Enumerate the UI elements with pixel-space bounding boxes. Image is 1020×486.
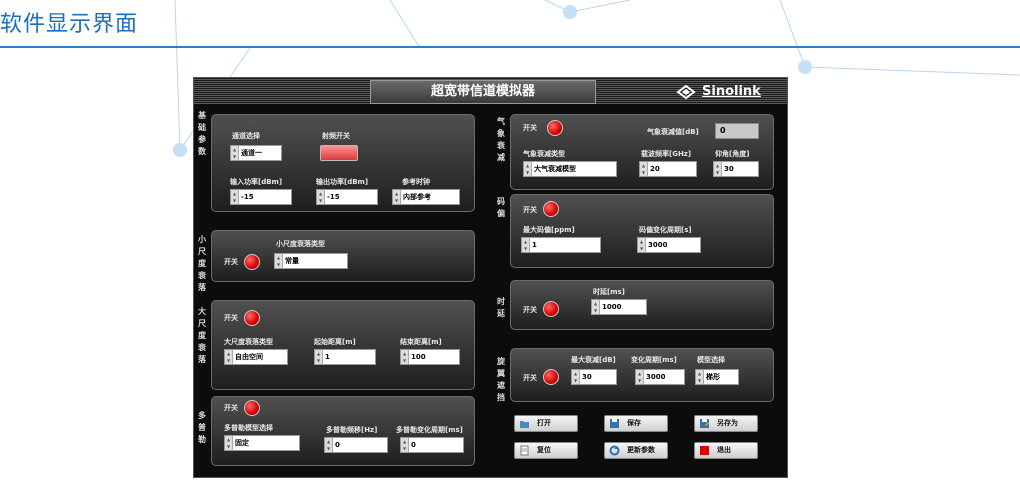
rotation-panel: 开关 最大衰减[dB] ▲ ▼ 30 变化周期[ms] ▲ ▼ 3000 模型选择 ▲ ▼…	[510, 348, 774, 402]
doppler-model-select[interactable]: ▲ ▼ 固定	[224, 435, 300, 451]
basic-panel: 通道选择 ▲ ▼ 通道一 射频开关 输入功率[dBm] ▲ ▼ -15 输出功率[dBm…	[211, 114, 475, 212]
large-scale-switch-label: 开关	[224, 314, 238, 322]
delay-panel: 开关 时延[ms] ▲ ▼ 1000	[510, 280, 774, 330]
app-title: 超宽带信道模拟器	[370, 80, 596, 104]
open-button[interactable]: 打开	[514, 415, 578, 432]
exit-button[interactable]: 退出	[694, 442, 758, 459]
elevation-label: 仰角[角度]	[715, 150, 750, 158]
doppler-switch-label: 开关	[224, 404, 238, 412]
rotation-period-field[interactable]: ▲ ▼ 3000	[635, 369, 685, 385]
weather-switch-led[interactable]	[547, 120, 563, 136]
doppler-period-label: 多普勒变化周期[ms]	[396, 426, 463, 434]
doppler-switch-led[interactable]	[244, 400, 260, 416]
header-divider	[0, 46, 1020, 48]
large-scale-panel: 开关 大尺度衰落类型 ▲ ▼ 自由空间 起始距离[m] ▲ ▼ 1 结束距离[m] ▲ ▼…	[211, 300, 475, 390]
start-distance-label: 起始距离[m]	[314, 338, 356, 346]
logo-text: Sinolink	[702, 84, 761, 99]
large-scale-type-select[interactable]: ▲ ▼ 自由空间	[224, 349, 288, 365]
rotation-max-field[interactable]: ▲ ▼ 30	[571, 369, 617, 385]
large-scale-side-label: 大尺度衰落	[198, 307, 206, 364]
output-power-label: 输出功率[dBm]	[316, 178, 369, 186]
doppler-side-label: 多普勒	[198, 411, 206, 444]
weather-side-label: 气象衰减	[497, 117, 505, 162]
ref-clock-label: 参考时钟	[402, 178, 430, 186]
delay-switch-led[interactable]	[543, 301, 559, 317]
reset-button[interactable]: 复位	[514, 442, 578, 459]
start-distance-field[interactable]: ▲ ▼ 1	[314, 349, 376, 365]
save-button[interactable]: 保存	[604, 415, 668, 432]
document-icon	[520, 445, 529, 456]
title-bar: 超宽带信道模拟器 Sinolink	[194, 78, 787, 104]
offset-switch-led[interactable]	[543, 201, 559, 217]
rotation-model-label: 模型选择	[697, 356, 725, 364]
max-offset-label: 最大码偏[ppm]	[523, 226, 575, 234]
delay-switch-label: 开关	[523, 306, 537, 314]
offset-side-label: 码偏	[497, 197, 505, 218]
offset-switch-label: 开关	[523, 206, 537, 214]
basic-side-label: 基础参数	[198, 111, 206, 156]
rotation-model-select[interactable]: ▲ ▼ 梯形	[695, 369, 739, 385]
doppler-panel: 开关 多普勒模型选择 ▲ ▼ 固定 多普勒频移[Hz] ▲ ▼ 0 多普勒变化周期[ms…	[211, 396, 475, 466]
doppler-shift-field[interactable]: ▲ ▼ 0	[324, 437, 388, 453]
save-as-icon	[700, 419, 709, 428]
small-scale-side-label: 小尺度衰落	[198, 235, 206, 292]
offset-period-label: 码偏变化周期[s]	[639, 226, 692, 234]
ref-clock-select[interactable]: ▲ ▼ 内部参考	[392, 189, 460, 205]
input-power-label: 输入功率[dBm]	[230, 178, 283, 186]
weather-type-select[interactable]: ▲ ▼ 大气衰减模型	[523, 161, 617, 177]
small-scale-panel: 开关 小尺度衰落类型 ▲ ▼ 常量	[211, 230, 475, 282]
carrier-freq-field[interactable]: ▲ ▼ 20	[639, 161, 697, 177]
sinolink-logo: Sinolink	[676, 81, 782, 102]
rotation-side-label: 旋翼遮挡	[497, 357, 505, 402]
save-as-button[interactable]: 另存为	[694, 415, 758, 432]
simulator-window: 超宽带信道模拟器 Sinolink 基础参数 通道选择 ▲ ▼ 通道一 射频开关 输…	[193, 77, 788, 478]
rf-switch-button[interactable]	[320, 145, 358, 161]
weather-atten-label: 气象衰减值[dB]	[647, 128, 699, 136]
rotation-period-label: 变化周期[ms]	[631, 356, 677, 364]
end-distance-field[interactable]: ▲ ▼ 100	[400, 349, 460, 365]
folder-icon	[520, 421, 529, 428]
offset-period-field[interactable]: ▲ ▼ 3000	[637, 237, 701, 253]
delay-value-label: 时延[ms]	[593, 288, 625, 296]
large-scale-switch-led[interactable]	[244, 310, 260, 326]
rotation-max-label: 最大衰减[dB]	[571, 356, 616, 364]
doppler-shift-label: 多普勒频移[Hz]	[326, 426, 378, 434]
rotation-switch-led[interactable]	[543, 369, 559, 385]
carrier-freq-label: 载波频率[GHz]	[641, 150, 692, 158]
rotation-switch-label: 开关	[523, 374, 537, 382]
output-power-field[interactable]: ▲ ▼ -15	[316, 189, 378, 205]
doppler-model-label: 多普勒模型选择	[224, 424, 273, 432]
delay-side-label: 时延	[497, 297, 505, 318]
doppler-period-field[interactable]: ▲ ▼ 0	[400, 437, 464, 453]
rf-switch-label: 射频开关	[322, 132, 350, 140]
channel-label: 通道选择	[232, 132, 260, 140]
channel-select[interactable]: ▲ ▼ 通道一	[230, 145, 282, 161]
large-scale-type-label: 大尺度衰落类型	[224, 338, 273, 346]
input-power-field[interactable]: ▲ ▼ -15	[230, 189, 292, 205]
weather-switch-label: 开关	[523, 124, 537, 132]
weather-atten-readout: 0	[715, 123, 759, 139]
refresh-icon	[609, 445, 620, 456]
small-scale-switch-led[interactable]	[244, 254, 260, 270]
update-params-button[interactable]: 更新参数	[604, 442, 668, 459]
small-scale-type-select[interactable]: ▲ ▼ 常量	[274, 253, 348, 269]
weather-type-label: 气象衰减类型	[523, 150, 565, 158]
offset-panel: 开关 最大码偏[ppm] ▲ ▼ 1 码偏变化周期[s] ▲ ▼ 3000	[510, 194, 774, 268]
weather-panel: 开关 气象衰减值[dB] 0 气象衰减类型 ▲ ▼ 大气衰减模型 载波频率[GHz]…	[510, 114, 774, 190]
page-heading: 软件显示界面	[0, 12, 139, 37]
delay-field[interactable]: ▲ ▼ 1000	[591, 299, 647, 315]
sinolink-logo-icon	[676, 84, 696, 99]
max-offset-field[interactable]: ▲ ▼ 1	[521, 237, 601, 253]
elevation-field[interactable]: ▲ ▼ 30	[713, 161, 759, 177]
end-distance-label: 结束距离[m]	[400, 338, 442, 346]
save-icon	[610, 419, 619, 428]
small-scale-switch-label: 开关	[224, 258, 238, 266]
stop-icon	[700, 446, 709, 455]
small-scale-type-label: 小尺度衰落类型	[276, 240, 325, 248]
